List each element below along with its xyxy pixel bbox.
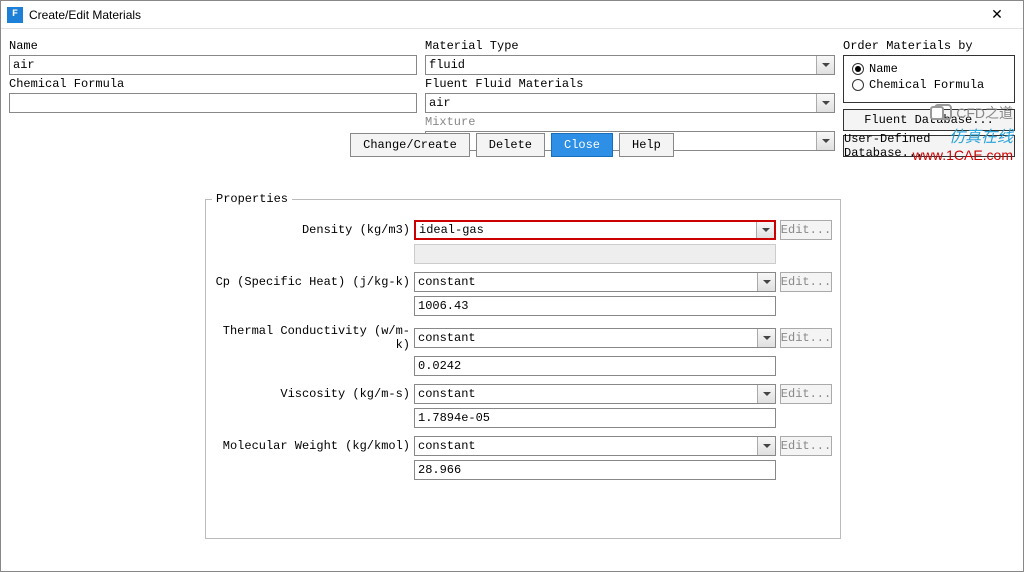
fluid-materials-label: Fluent Fluid Materials <box>425 77 835 91</box>
chevron-down-icon <box>756 222 774 238</box>
density-label: Density (kg/m3) <box>214 223 414 237</box>
dialog-window: F Create/Edit Materials ✕ Name air Chemi… <box>0 0 1024 572</box>
chevron-down-icon <box>816 94 834 112</box>
cp-value-row: 1006.43 <box>214 296 832 316</box>
cp-value-input[interactable]: 1006.43 <box>414 296 776 316</box>
close-icon[interactable]: ✕ <box>977 1 1017 29</box>
name-label: Name <box>9 39 417 53</box>
thermal-row: Thermal Conductivity (w/m-k) constant Ed… <box>214 324 832 352</box>
window-title: Create/Edit Materials <box>29 8 977 22</box>
bottom-buttons: Change/Create Delete Close Help <box>1 133 1023 157</box>
radio-icon <box>852 79 864 91</box>
viscosity-value-row: 1.7894e-05 <box>214 408 832 428</box>
density-method-combo[interactable]: ideal-gas <box>414 220 776 240</box>
name-input[interactable]: air <box>9 55 417 75</box>
viscosity-method-combo[interactable]: constant <box>414 384 776 404</box>
viscosity-value-input[interactable]: 1.7894e-05 <box>414 408 776 428</box>
density-edit-button[interactable]: Edit... <box>780 220 832 240</box>
viscosity-edit-button[interactable]: Edit... <box>780 384 832 404</box>
help-button[interactable]: Help <box>619 133 674 157</box>
density-value-row <box>214 244 832 264</box>
app-icon: F <box>7 7 23 23</box>
radio-name-label: Name <box>869 62 898 76</box>
cp-label: Cp (Specific Heat) (j/kg-k) <box>214 275 414 289</box>
material-type-label: Material Type <box>425 39 835 53</box>
cp-method-combo[interactable]: constant <box>414 272 776 292</box>
mw-edit-button[interactable]: Edit... <box>780 436 832 456</box>
watermark: CFD之道 仿真在线 www.1CAE.com <box>913 102 1013 163</box>
chevron-down-icon <box>816 56 834 74</box>
chevron-down-icon <box>757 273 775 291</box>
material-type-combo[interactable]: fluid <box>425 55 835 75</box>
mw-value-row: 28.966 <box>214 460 832 480</box>
radio-formula-row[interactable]: Chemical Formula <box>852 78 1006 92</box>
change-create-button[interactable]: Change/Create <box>350 133 470 157</box>
thermal-value-input[interactable]: 0.0242 <box>414 356 776 376</box>
radio-name-row[interactable]: Name <box>852 62 1006 76</box>
chevron-down-icon <box>757 329 775 347</box>
watermark-line1: CFD之道 <box>913 102 1013 123</box>
formula-label: Chemical Formula <box>9 77 417 91</box>
density-value-input[interactable] <box>414 244 776 264</box>
radio-icon <box>852 63 864 75</box>
properties-legend: Properties <box>212 192 292 206</box>
formula-input[interactable] <box>9 93 417 113</box>
order-by-label: Order Materials by <box>843 39 1015 53</box>
density-row: Density (kg/m3) ideal-gas Edit... <box>214 220 832 240</box>
chevron-down-icon <box>757 385 775 403</box>
close-button[interactable]: Close <box>551 133 613 157</box>
content-area: Name air Chemical Formula Material Type … <box>1 29 1023 169</box>
title-bar: F Create/Edit Materials ✕ <box>1 1 1023 29</box>
chat-icon <box>934 104 952 120</box>
thermal-method-combo[interactable]: constant <box>414 328 776 348</box>
mw-value-input[interactable]: 28.966 <box>414 460 776 480</box>
watermark-line3: www.1CAE.com <box>913 147 1013 163</box>
cp-edit-button[interactable]: Edit... <box>780 272 832 292</box>
radio-formula-label: Chemical Formula <box>869 78 984 92</box>
mixture-label: Mixture <box>425 115 835 129</box>
viscosity-row: Viscosity (kg/m-s) constant Edit... <box>214 384 832 404</box>
fluid-materials-combo[interactable]: air <box>425 93 835 113</box>
thermal-label: Thermal Conductivity (w/m-k) <box>214 324 414 352</box>
cp-row: Cp (Specific Heat) (j/kg-k) constant Edi… <box>214 272 832 292</box>
order-by-group: Name Chemical Formula <box>843 55 1015 103</box>
delete-button[interactable]: Delete <box>476 133 545 157</box>
mw-label: Molecular Weight (kg/kmol) <box>214 439 414 453</box>
mw-row: Molecular Weight (kg/kmol) constant Edit… <box>214 436 832 456</box>
thermal-edit-button[interactable]: Edit... <box>780 328 832 348</box>
mw-method-combo[interactable]: constant <box>414 436 776 456</box>
properties-group: Properties Density (kg/m3) ideal-gas Edi… <box>205 199 841 539</box>
viscosity-label: Viscosity (kg/m-s) <box>214 387 414 401</box>
watermark-line2: 仿真在线 <box>913 123 1013 147</box>
thermal-value-row: 0.0242 <box>214 356 832 376</box>
chevron-down-icon <box>757 437 775 455</box>
